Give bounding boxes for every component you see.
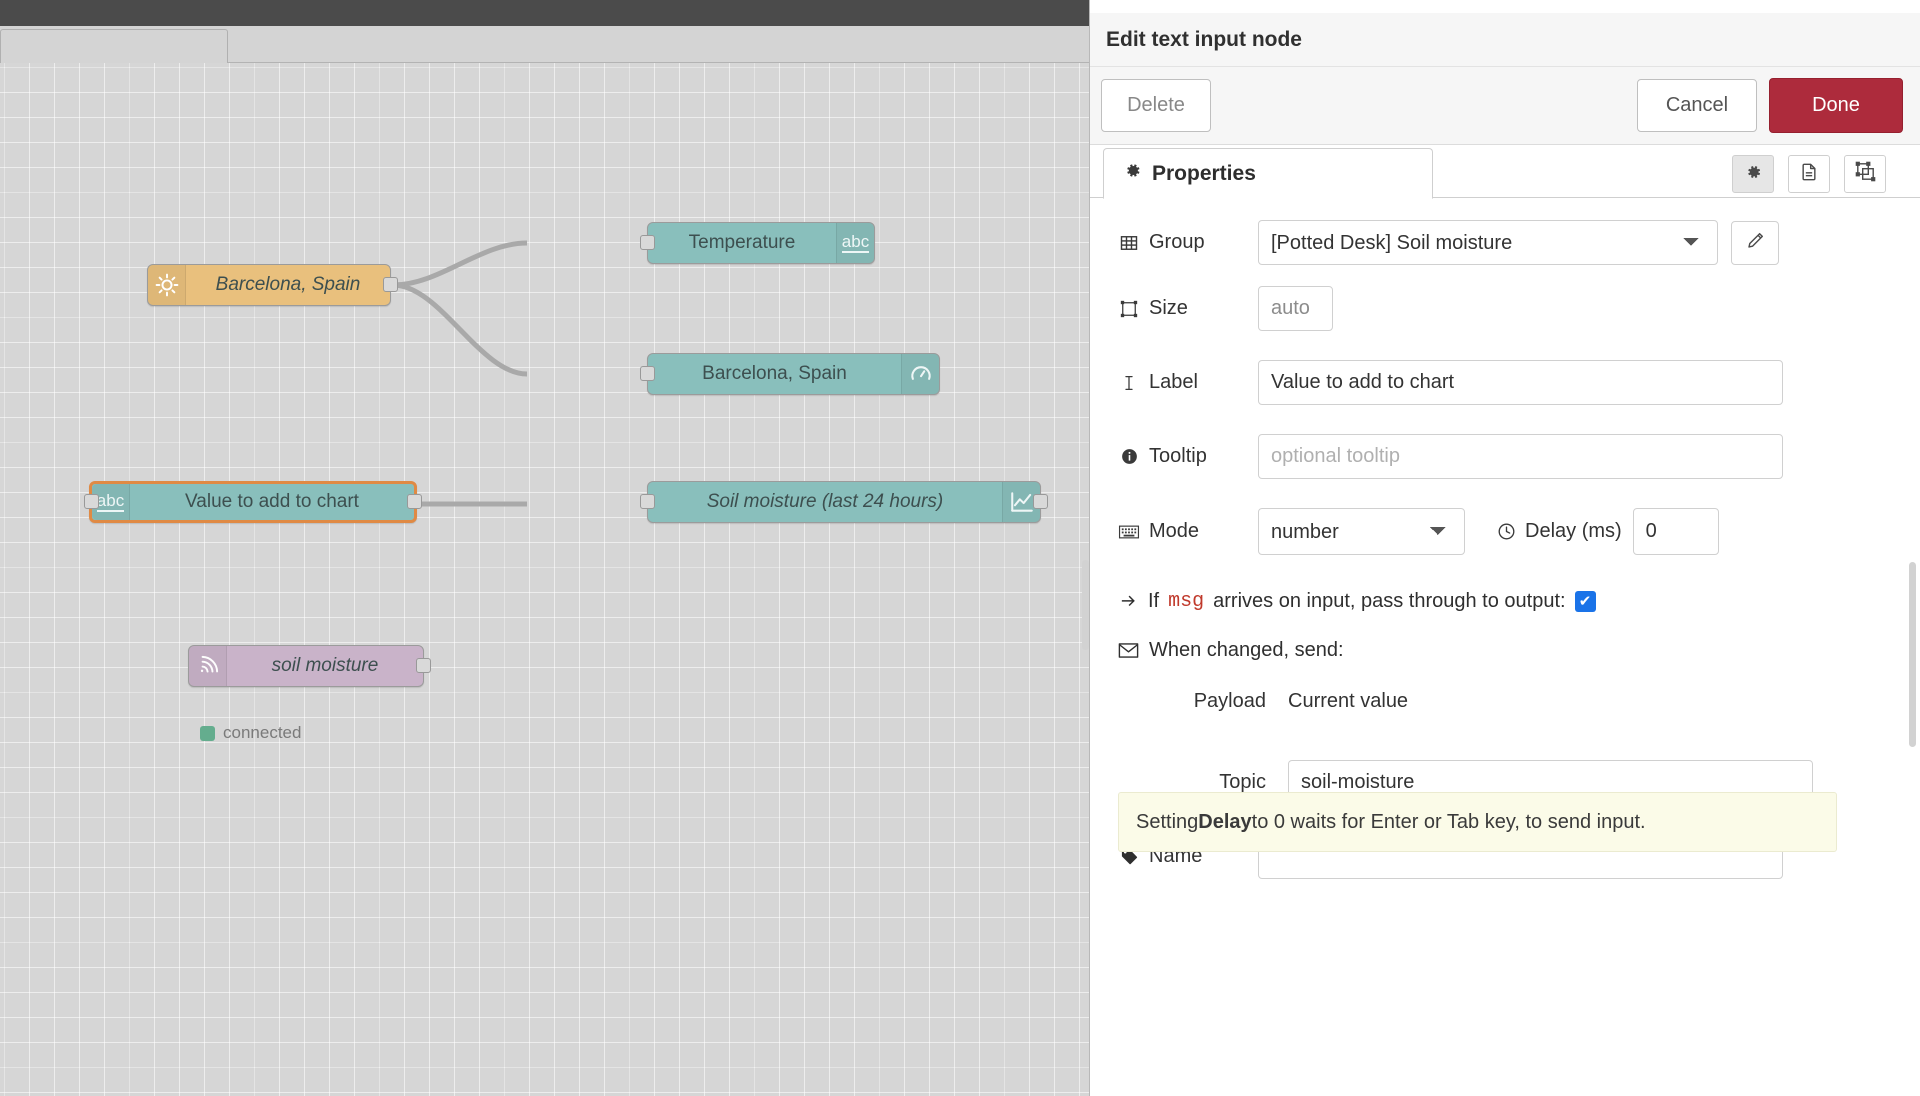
form-row-mode: Mode number Delay (ms) [1118,508,1719,555]
node-label: Barcelona, Spain [702,363,847,384]
status-dot-icon [200,725,215,741]
layout-icon [1855,161,1876,187]
table-icon [1118,233,1140,253]
node-input-port[interactable] [640,235,655,250]
node-input-port[interactable] [640,494,655,509]
delay-label: Delay (ms) [1495,520,1622,543]
size-input[interactable] [1258,286,1333,331]
node-output-port[interactable] [1033,494,1048,509]
node-input-port[interactable] [84,494,99,509]
node-output-port[interactable] [416,658,431,673]
node-label: Temperature [688,232,796,253]
delay-notice: Setting Delay to 0 waits for Enter or Ta… [1118,792,1837,852]
mode-select[interactable]: number [1258,508,1465,555]
status-label: connected [223,723,302,742]
node-temperature-text[interactable]: Temperature abc [640,222,875,264]
tab-properties[interactable]: Properties [1103,148,1433,199]
notice-text-after: to 0 waits for Enter or Tab key, to send… [1251,810,1646,833]
node-barcelona-gauge[interactable]: Barcelona, Spain [640,353,940,395]
label-label: Label [1118,371,1258,394]
envelope-icon [1118,642,1139,659]
delay-input[interactable] [1632,508,1719,555]
editor-scrollbar-thumb[interactable] [1082,560,1089,650]
tab-properties-label: Properties [1152,161,1256,185]
node-properties-form: Group [Potted Desk] Soil moisture Size a… [1090,198,1920,1096]
node-input-port[interactable] [640,366,655,381]
form-row-label: Label [1118,360,1783,405]
node-value-to-add[interactable]: abc Value to add to chart [84,481,422,523]
info-icon [1118,447,1140,466]
flow-wires [392,240,528,507]
msg-code: msg [1168,590,1205,613]
mqtt-icon [189,646,227,686]
pencil-icon [1746,231,1765,255]
edit-node-panel: Edit text input node Delete Cancel Done … [1089,0,1920,1096]
check-glyph: ✔ [1578,593,1592,610]
node-barcelona-inject[interactable]: Barcelona, Spain [147,264,398,306]
panel-scrollbar-thumb[interactable] [1909,562,1916,747]
node-label: Barcelona, Spain [215,274,361,295]
flow-canvas[interactable]: Barcelona, Spain Temperature abc Barcelo… [0,63,1089,1096]
panel-title: Edit text input node [1106,27,1302,51]
size-icon [1118,299,1140,319]
size-label: Size [1118,297,1258,320]
gauge-icon [901,354,939,394]
form-row-size: Size [1118,286,1333,331]
mode-label: Mode [1118,520,1258,543]
arrow-right-icon [1118,592,1139,611]
cancel-button[interactable]: Cancel [1637,79,1757,132]
form-row-payload: Payload Current value [1150,690,1408,713]
settings-icon-button[interactable] [1732,155,1774,193]
tooltip-label: Tooltip [1118,445,1258,468]
sun-icon [148,265,186,305]
notice-text-before: Setting [1136,810,1199,833]
text-cursor-icon [1118,373,1140,393]
keyboard-icon [1118,523,1140,541]
tooltip-input[interactable] [1258,434,1783,479]
document-icon [1799,161,1819,188]
form-row-passthrough: If msg arrives on input, pass through to… [1118,590,1596,613]
group-select[interactable]: [Potted Desk] Soil moisture [1258,220,1718,265]
panel-header: Edit text input node [1090,13,1920,67]
panel-button-bar: Delete Cancel Done [1090,67,1920,145]
form-row-group: Group [Potted Desk] Soil moisture [1118,220,1893,265]
clock-icon [1495,522,1517,541]
description-icon-button[interactable] [1788,155,1830,193]
node-label: soil moisture [271,655,379,676]
edit-group-button[interactable] [1731,220,1779,265]
flow-tab-bar [0,26,1089,64]
notice-text-bold: Delay [1198,810,1252,833]
node-status-connected: connected [200,723,301,743]
flow-editor: Barcelona, Spain Temperature abc Barcelo… [0,26,1089,1096]
node-soil-mqtt[interactable]: soil moisture [188,645,431,687]
abc-icon: abc [836,223,874,263]
panel-tab-strip: Properties [1090,145,1920,199]
gear-icon [1123,161,1142,186]
passthrough-text-before: If [1148,590,1160,612]
when-changed-label: When changed, send: [1149,639,1344,661]
group-label: Group [1118,231,1258,254]
appearance-icon-button[interactable] [1844,155,1886,193]
passthrough-text-after: arrives on input, pass through to output… [1213,590,1566,612]
payload-label: Payload [1193,690,1266,712]
gear-icon [1743,162,1763,187]
node-output-port[interactable] [407,494,422,509]
node-soil-chart[interactable]: Soil moisture (last 24 hours) [640,481,1048,523]
payload-value[interactable]: Current value [1288,690,1408,713]
node-output-port[interactable] [383,277,398,292]
flow-tab-active[interactable] [0,29,228,64]
topic-label: Topic [1219,771,1266,793]
form-row-when-changed: When changed, send: [1118,639,1344,662]
form-row-tooltip: Tooltip [1118,434,1783,479]
label-input[interactable] [1258,360,1783,405]
delete-button[interactable]: Delete [1101,79,1211,132]
node-label: Soil moisture (last 24 hours) [706,491,944,512]
done-button[interactable]: Done [1769,78,1903,133]
node-label: Value to add to chart [185,491,359,512]
passthrough-checkbox[interactable]: ✔ [1574,591,1596,612]
